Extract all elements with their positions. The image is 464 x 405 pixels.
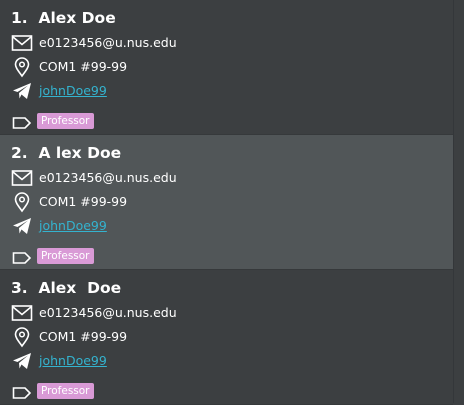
telegram-row: johnDoe99 bbox=[11, 215, 431, 237]
address-text: COM1 #99-99 bbox=[39, 59, 128, 74]
person-card[interactable]: 1. Alex Doe e0123456@u.nus.edu COM1 #99-… bbox=[0, 0, 453, 135]
tag-row: Professor bbox=[11, 247, 431, 269]
location-pin-icon bbox=[14, 192, 30, 213]
telegram-row: johnDoe99 bbox=[11, 350, 431, 372]
address-row: COM1 #99-99 bbox=[11, 56, 431, 78]
mail-icon bbox=[11, 170, 33, 186]
address-row: COM1 #99-99 bbox=[11, 326, 431, 348]
mail-icon bbox=[11, 305, 33, 321]
person-name: 3. Alex Doe bbox=[11, 279, 122, 297]
mail-icon bbox=[11, 35, 33, 51]
email-text: e0123456@u.nus.edu bbox=[39, 305, 177, 320]
email-row: e0123456@u.nus.edu bbox=[11, 32, 431, 54]
email-row: e0123456@u.nus.edu bbox=[11, 167, 431, 189]
telegram-row: johnDoe99 bbox=[11, 80, 431, 102]
tag-badge: Professor bbox=[37, 113, 94, 129]
address-text: COM1 #99-99 bbox=[39, 329, 128, 344]
person-list[interactable]: 1. Alex Doe e0123456@u.nus.edu COM1 #99-… bbox=[0, 0, 453, 405]
address-text: COM1 #99-99 bbox=[39, 194, 128, 209]
tag-icon bbox=[12, 387, 32, 399]
telegram-icon bbox=[13, 218, 31, 234]
tag-badge: Professor bbox=[37, 248, 94, 264]
telegram-icon bbox=[13, 353, 31, 369]
email-row: e0123456@u.nus.edu bbox=[11, 302, 431, 324]
person-card-selected[interactable]: 2. A lex Doe e0123456@u.nus.edu COM1 #99… bbox=[0, 135, 453, 270]
tag-row: Professor bbox=[11, 112, 431, 134]
email-text: e0123456@u.nus.edu bbox=[39, 170, 177, 185]
tag-icon bbox=[12, 117, 32, 129]
location-pin-icon bbox=[14, 57, 30, 78]
telegram-link[interactable]: johnDoe99 bbox=[39, 353, 107, 368]
email-text: e0123456@u.nus.edu bbox=[39, 35, 177, 50]
person-name: 1. Alex Doe bbox=[11, 9, 116, 27]
vertical-scrollbar[interactable] bbox=[453, 0, 464, 403]
tag-badge: Professor bbox=[37, 383, 94, 399]
person-name: 2. A lex Doe bbox=[11, 144, 122, 162]
telegram-link[interactable]: johnDoe99 bbox=[39, 218, 107, 233]
tag-row: Professor bbox=[11, 382, 431, 404]
person-card[interactable]: 3. Alex Doe e0123456@u.nus.edu COM1 #99-… bbox=[0, 270, 453, 405]
location-pin-icon bbox=[14, 327, 30, 348]
telegram-link[interactable]: johnDoe99 bbox=[39, 83, 107, 98]
telegram-icon bbox=[13, 83, 31, 99]
address-row: COM1 #99-99 bbox=[11, 191, 431, 213]
tag-icon bbox=[12, 252, 32, 264]
